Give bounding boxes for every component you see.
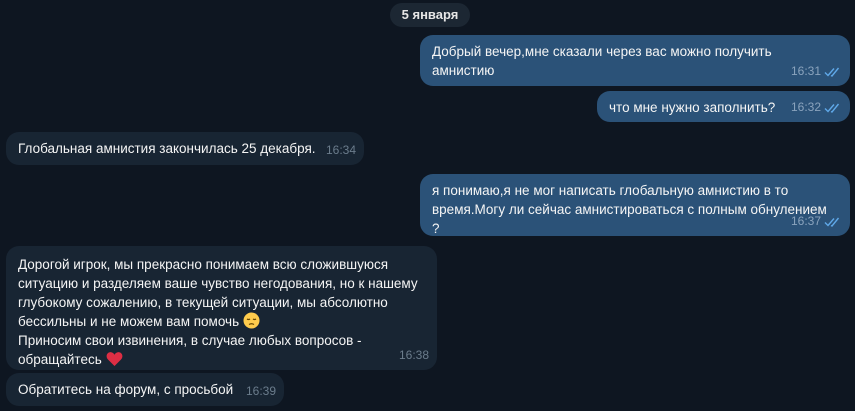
message-time: 16:34: [325, 143, 356, 157]
message-meta: 16:32: [791, 98, 842, 117]
date-separator: 5 января: [390, 3, 470, 27]
message-text: Обратитесь на форум, с просьбой: [18, 382, 234, 397]
incoming-message[interactable]: Дорогой игрок, мы прекрасно понимаем всю…: [6, 246, 437, 370]
incoming-message[interactable]: Глобальная амнистия закончилась 25 декаб…: [6, 132, 364, 165]
message-time: 16:37: [790, 214, 821, 228]
message-time: 16:39: [245, 384, 276, 398]
message-meta: 16:31: [791, 62, 842, 81]
message-text: Дорогой игрок, мы прекрасно понимаем всю…: [18, 255, 425, 369]
message-meta: 16:38: [399, 346, 429, 365]
outgoing-message[interactable]: Добрый вечер,мне сказали через вас можно…: [420, 35, 850, 86]
pensive-face-emoji: [243, 312, 260, 329]
red-heart-emoji: [106, 352, 122, 366]
outgoing-message[interactable]: я понимаю,я не мог написать глобальную а…: [420, 174, 850, 236]
double-check-icon: [824, 217, 840, 227]
message-meta: 16:37: [791, 212, 842, 231]
message-meta: 16:39: [246, 382, 276, 401]
message-meta: 16:34: [326, 141, 356, 160]
double-check-icon: [824, 103, 840, 113]
message-text-tail: Приносим свои извинения, в случае любых …: [18, 333, 362, 367]
message-text: Глобальная амнистия закончилась 25 декаб…: [18, 141, 316, 156]
message-time: 16:38: [398, 348, 429, 362]
double-check-icon: [824, 67, 840, 77]
message-text: я понимаю,я не мог написать глобальную а…: [432, 183, 827, 236]
message-text-main: Дорогой игрок, мы прекрасно понимаем всю…: [18, 257, 418, 329]
message-time: 16:32: [790, 100, 821, 114]
message-time: 16:31: [790, 64, 821, 78]
incoming-message[interactable]: Обратитесь на форум, с просьбой 16:39: [6, 373, 284, 406]
outgoing-message[interactable]: что мне нужно заполнить? 16:32: [597, 91, 850, 122]
message-text: Добрый вечер,мне сказали через вас можно…: [432, 44, 772, 78]
